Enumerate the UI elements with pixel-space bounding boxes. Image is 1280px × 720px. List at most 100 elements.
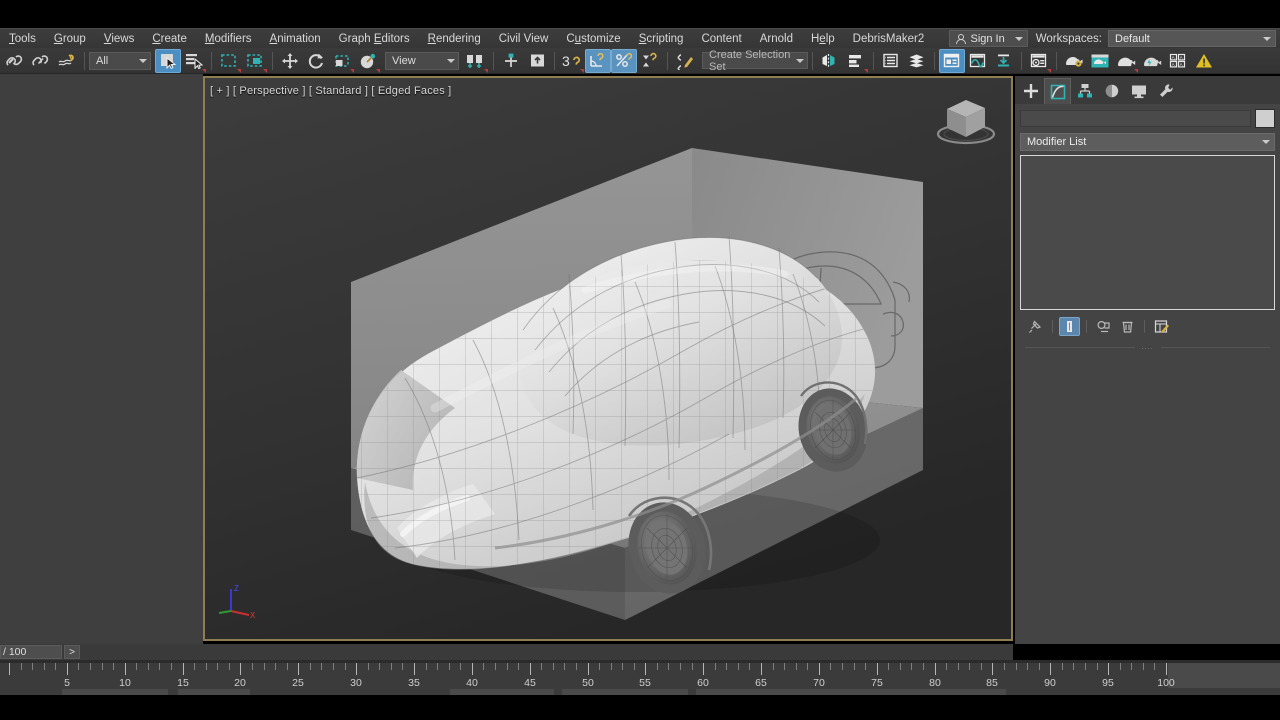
rendered-frame-window-icon[interactable]	[1087, 49, 1113, 73]
configure-modifier-sets-icon[interactable]	[1151, 317, 1172, 336]
object-color-swatch[interactable]	[1255, 109, 1275, 128]
cp-tab-motion[interactable]	[1098, 78, 1125, 104]
bind-to-space-warp-icon[interactable]	[54, 49, 80, 73]
selection-filter-value: All	[96, 54, 109, 67]
remove-modifier-icon[interactable]	[1117, 317, 1138, 336]
make-unique-icon[interactable]	[1093, 317, 1114, 336]
perspective-viewport[interactable]: [ + ] [ Perspective ] [ Standard ] [ Edg…	[203, 76, 1013, 641]
snaps-toggle-icon[interactable]: 3	[559, 49, 585, 73]
workspaces-combo[interactable]: Default	[1108, 30, 1276, 47]
unlink-selection-icon[interactable]	[28, 49, 54, 73]
ruler-tick	[518, 663, 519, 670]
chevron-down-icon	[139, 58, 147, 63]
curve-editor-icon[interactable]	[965, 49, 991, 73]
cp-tab-display[interactable]	[1125, 78, 1152, 104]
mirror-icon[interactable]	[817, 49, 843, 73]
svg-text:Z: Z	[234, 584, 239, 593]
cp-tab-hierarchy[interactable]	[1071, 78, 1098, 104]
align-icon[interactable]	[843, 49, 869, 73]
ruler-tick	[287, 663, 288, 670]
ruler-tick	[402, 663, 403, 670]
menu-tools[interactable]: Tools	[0, 29, 45, 49]
menu-rendering[interactable]: Rendering	[419, 29, 490, 49]
cp-tab-modify[interactable]	[1044, 78, 1071, 104]
scene-converter-warning-icon[interactable]	[1191, 49, 1217, 73]
ruler-tick	[530, 663, 531, 675]
ruler-tick	[159, 663, 160, 670]
window-top-black-band	[0, 0, 1280, 28]
sign-in-button[interactable]: Sign In	[949, 30, 1028, 47]
use-center-flyout-icon[interactable]	[463, 49, 489, 73]
select-and-manipulate-icon[interactable]	[498, 49, 524, 73]
view-cube[interactable]	[933, 92, 999, 150]
select-object-icon[interactable]	[155, 48, 181, 73]
named-selection-set-combo[interactable]: Create Selection Set	[702, 49, 808, 73]
snap-working-pivot-icon[interactable]	[524, 49, 550, 73]
select-and-link-icon[interactable]	[2, 49, 28, 73]
menu-create[interactable]: Create	[143, 29, 196, 49]
ruler-tick	[125, 663, 126, 675]
current-frame-field[interactable]: / 100	[0, 645, 62, 659]
reference-coordinate-system-combo[interactable]: View	[385, 51, 459, 70]
render-setup-icon[interactable]	[1061, 49, 1087, 73]
ruler-tick	[622, 663, 623, 670]
sign-in-label: Sign In	[970, 32, 1005, 45]
chevron-down-icon	[1262, 140, 1270, 144]
modifier-list-combo[interactable]: Modifier List	[1020, 133, 1275, 151]
material-editor-icon[interactable]	[1026, 49, 1052, 73]
percent-snap-toggle-icon[interactable]	[611, 48, 637, 73]
pin-stack-icon[interactable]	[1025, 317, 1046, 336]
layer-explorer-icon[interactable]	[878, 49, 904, 73]
spinner-snap-toggle-icon[interactable]	[637, 49, 663, 73]
ruler-tick	[194, 663, 195, 670]
open-asset-tracking-icon[interactable]: A A A A	[1165, 49, 1191, 73]
select-and-place-icon[interactable]	[355, 49, 381, 73]
viewport-render-surface[interactable]: [ + ] [ Perspective ] [ Standard ] [ Edg…	[205, 78, 1011, 639]
toggle-ribbon-icon[interactable]	[939, 48, 965, 73]
resize-grip[interactable]: ....	[1134, 344, 1161, 351]
menu-debrismaker2[interactable]: DebrisMaker2	[844, 29, 934, 49]
angle-snap-toggle-icon[interactable]	[585, 48, 611, 73]
next-frame-button[interactable]: >	[64, 645, 80, 659]
select-and-move-icon[interactable]	[277, 49, 303, 73]
menu-group[interactable]: Group	[45, 29, 95, 49]
ruler-tick	[1050, 663, 1051, 675]
edit-named-selection-sets-icon[interactable]	[672, 49, 698, 73]
ruler-tick	[426, 663, 427, 670]
toolbar-separator	[84, 51, 85, 70]
show-end-result-icon[interactable]	[1059, 316, 1080, 336]
menu-customize[interactable]: Customize	[557, 29, 629, 49]
menu-help[interactable]: Help	[802, 29, 844, 49]
ruler-tick	[460, 663, 461, 670]
modifier-stack-list[interactable]	[1020, 155, 1275, 310]
ruler-tick	[379, 663, 380, 670]
menu-modifiers[interactable]: Modifiers	[196, 29, 261, 49]
cp-tab-create[interactable]	[1017, 78, 1044, 104]
ruler-tick	[1166, 663, 1167, 675]
layer-manager-icon[interactable]	[904, 49, 930, 73]
menu-civil-view[interactable]: Civil View	[490, 29, 558, 49]
window-bottom-black-band	[0, 695, 1280, 720]
cp-tab-utilities[interactable]	[1152, 78, 1179, 104]
menu-scripting[interactable]: Scripting	[630, 29, 693, 49]
menu-content[interactable]: Content	[692, 29, 750, 49]
menu-arnold[interactable]: Arnold	[751, 29, 802, 49]
select-and-scale-icon[interactable]	[329, 49, 355, 73]
menu-graph-editors[interactable]: Graph Editors	[330, 29, 419, 49]
window-crossing-icon[interactable]	[242, 49, 268, 73]
schematic-view-icon[interactable]	[991, 49, 1017, 73]
ruler-tick	[830, 663, 831, 670]
selection-filter-combo[interactable]: All	[89, 51, 151, 70]
viewport-label[interactable]: [ + ] [ Perspective ] [ Standard ] [ Edg…	[210, 85, 451, 97]
rectangular-selection-region-icon[interactable]	[216, 49, 242, 73]
menu-views[interactable]: Views	[95, 29, 143, 49]
flyout-corner	[864, 68, 868, 73]
menu-animation[interactable]: Animation	[261, 29, 330, 49]
select-by-name-icon[interactable]	[181, 49, 207, 73]
render-iterative-icon[interactable]	[1139, 49, 1165, 73]
person-icon	[955, 33, 967, 44]
chevron-down-icon	[1263, 36, 1271, 41]
select-and-rotate-icon[interactable]	[303, 49, 329, 73]
render-production-icon[interactable]	[1113, 49, 1139, 73]
object-name-field[interactable]	[1020, 110, 1251, 127]
